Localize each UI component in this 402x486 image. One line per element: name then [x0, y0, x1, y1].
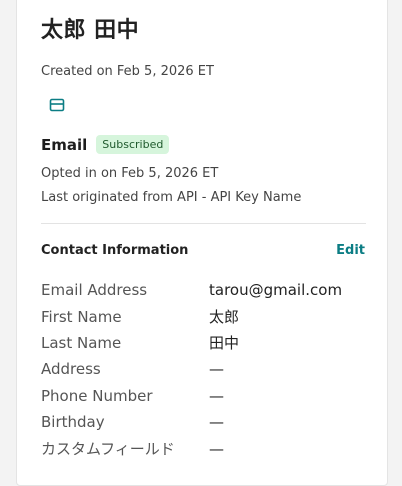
email-channel-title: Email	[41, 135, 88, 154]
origin-source: Last originated from API - API Key Name	[41, 190, 302, 205]
contact-card: 太郎 田中 Created on Feb 5, 2026 ET Email Su…	[16, 0, 388, 486]
info-label: Last Name	[41, 333, 122, 352]
email-icon	[49, 98, 65, 112]
contact-name: 太郎 田中	[41, 18, 140, 43]
created-date: Created on Feb 5, 2026 ET	[41, 64, 214, 79]
info-value: 田中	[209, 334, 240, 353]
info-row-email: Email Address tarou@gmail.com	[41, 277, 371, 303]
info-value: 太郎	[209, 308, 240, 327]
opted-in-date: Opted in on Feb 5, 2026 ET	[41, 166, 219, 181]
status-badge: Subscribed	[96, 135, 170, 154]
info-label: Birthday	[41, 413, 105, 432]
info-row-birthday: Birthday —	[41, 409, 371, 435]
info-value: —	[209, 413, 224, 432]
info-label: カスタムフィールド	[41, 440, 175, 459]
info-value: —	[209, 439, 224, 458]
info-row-custom-field: カスタムフィールド —	[41, 435, 371, 461]
edit-button[interactable]: Edit	[336, 243, 365, 258]
info-label: Phone Number	[41, 386, 153, 405]
info-label: Address	[41, 360, 101, 379]
info-label: Email Address	[41, 281, 148, 300]
info-value: —	[209, 360, 224, 379]
info-value: —	[209, 386, 224, 405]
info-value: tarou@gmail.com	[209, 281, 343, 300]
info-row-address: Address —	[41, 356, 371, 382]
email-channel-header: Email Subscribed	[41, 135, 170, 154]
section-divider	[41, 223, 366, 224]
contact-info-table: Email Address tarou@gmail.com First Name…	[41, 277, 371, 462]
info-label: First Name	[41, 307, 122, 326]
contact-info-title: Contact Information	[41, 243, 189, 258]
info-row-last-name: Last Name 田中	[41, 330, 371, 356]
info-row-first-name: First Name 太郎	[41, 303, 371, 329]
info-row-phone: Phone Number —	[41, 383, 371, 409]
